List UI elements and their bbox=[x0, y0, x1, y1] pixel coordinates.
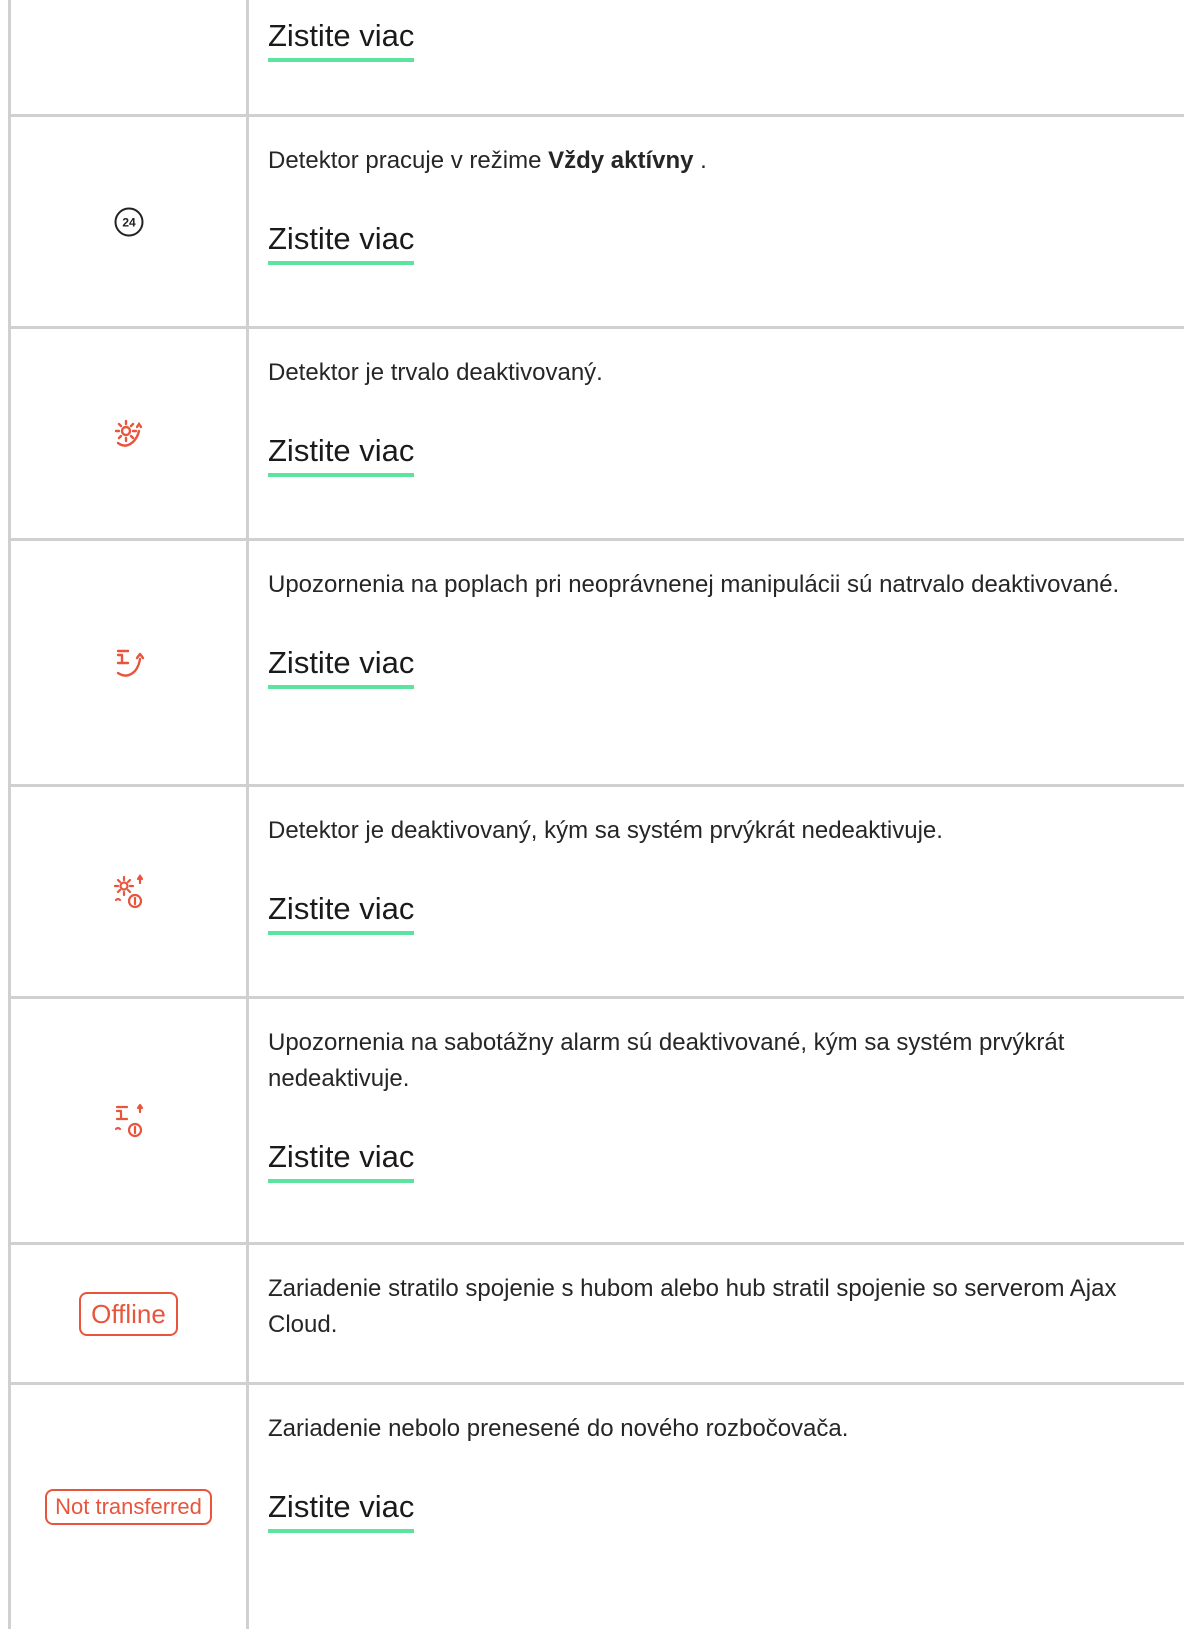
learn-more-link[interactable]: Zistite viac bbox=[268, 891, 415, 935]
tamper-alerts-deactivated-icon bbox=[116, 649, 144, 677]
row-icon-cell bbox=[11, 999, 246, 1242]
table-row: Detektor je trvalo deaktivovaný. Zistite… bbox=[0, 329, 1184, 538]
row-text-cell: Upozornenia na poplach pri neoprávnenej … bbox=[268, 567, 1154, 689]
row-icon-cell bbox=[11, 541, 246, 784]
row-text-cell: Zistite viac bbox=[268, 18, 1154, 62]
learn-more-link[interactable]: Zistite viac bbox=[268, 221, 415, 265]
row-icon-cell bbox=[11, 329, 246, 538]
row-text-cell: Detektor je deaktivovaný, kým sa systém … bbox=[268, 813, 1154, 935]
table-row: Detektor je deaktivovaný, kým sa systém … bbox=[0, 787, 1184, 996]
detector-deactivated-icon bbox=[114, 419, 142, 447]
tamper-deactivated-until-disarm-icon bbox=[114, 1103, 143, 1137]
table-row: 24 Detektor pracuje v režime Vždy aktívn… bbox=[0, 117, 1184, 326]
table-row: Not transferred Zariadenie nebolo prenes… bbox=[0, 1385, 1184, 1629]
row-icon-cell: Offline bbox=[11, 1245, 246, 1382]
row-text-cell: Zariadenie stratilo spojenie s hubom ale… bbox=[268, 1271, 1154, 1343]
row-icon-cell bbox=[11, 787, 246, 996]
row-icon-cell: Not transferred bbox=[11, 1385, 246, 1629]
row-description: Detektor je trvalo deaktivovaný. bbox=[268, 359, 603, 386]
offline-status-badge: Offline bbox=[79, 1291, 178, 1336]
learn-more-link[interactable]: Zistite viac bbox=[268, 18, 415, 62]
row-text-cell: Detektor je trvalo deaktivovaný. Zistite… bbox=[268, 355, 1154, 477]
row-icon-cell: 24 bbox=[11, 117, 246, 326]
learn-more-link[interactable]: Zistite viac bbox=[268, 1489, 415, 1533]
row-description: Zariadenie nebolo prenesené do nového ro… bbox=[268, 1415, 849, 1442]
table-row: Upozornenia na sabotážny alarm sú deakti… bbox=[0, 999, 1184, 1242]
row-description: Upozornenia na poplach pri neoprávnenej … bbox=[268, 571, 1120, 598]
not-transferred-status-badge: Not transferred bbox=[45, 1489, 212, 1525]
svg-text:24: 24 bbox=[122, 215, 136, 229]
table-row: Upozornenia na poplach pri neoprávnenej … bbox=[0, 541, 1184, 784]
learn-more-link[interactable]: Zistite viac bbox=[268, 433, 415, 477]
row-text-cell: Zariadenie nebolo prenesené do nového ro… bbox=[268, 1411, 1154, 1533]
row-description: Upozornenia na sabotážny alarm sú deakti… bbox=[268, 1029, 1065, 1092]
detector-deactivated-until-disarm-icon bbox=[113, 873, 143, 908]
row-description: Detektor je deaktivovaný, kým sa systém … bbox=[268, 817, 943, 844]
row-description: Zariadenie stratilo spojenie s hubom ale… bbox=[268, 1275, 1117, 1338]
always-active-24-icon: 24 bbox=[114, 207, 143, 236]
row-text-cell: Upozornenia na sabotážny alarm sú deakti… bbox=[268, 1025, 1154, 1183]
row-description: Detektor pracuje v režime Vždy aktívny . bbox=[268, 147, 707, 174]
status-icons-table: Zistite viac 24 Detektor pracuje v režim… bbox=[0, 0, 1184, 1629]
learn-more-link[interactable]: Zistite viac bbox=[268, 645, 415, 689]
table-row: Offline Zariadenie stratilo spojenie s h… bbox=[0, 1245, 1184, 1382]
row-text-cell: Detektor pracuje v režime Vždy aktívny .… bbox=[268, 143, 1154, 265]
learn-more-link[interactable]: Zistite viac bbox=[268, 1139, 415, 1183]
table-row: Zistite viac bbox=[0, 0, 1184, 114]
